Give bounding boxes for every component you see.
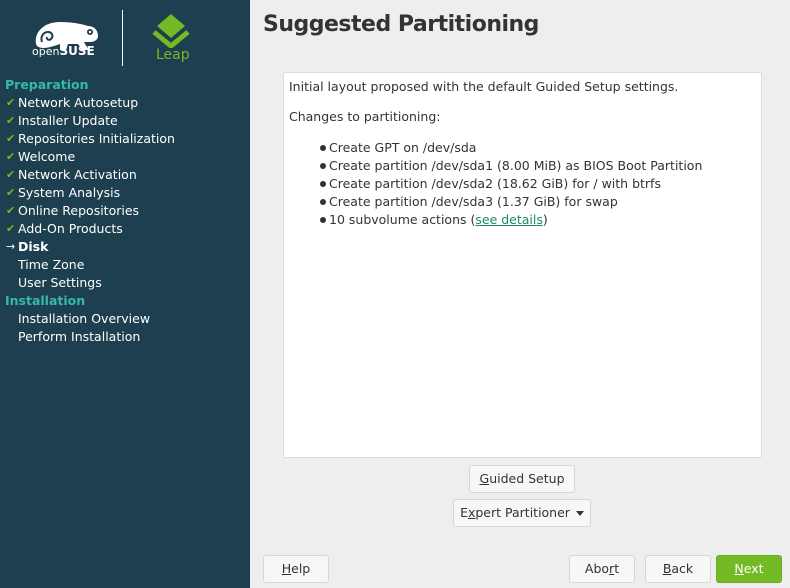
step-add-on-products: ✔ Add-On Products — [6, 221, 123, 236]
check-icon: ✔ — [6, 96, 16, 109]
leap-wordmark: Leap — [156, 47, 190, 63]
step-perform-installation: Perform Installation — [18, 329, 141, 344]
check-icon: ✔ — [6, 186, 16, 199]
logo-divider — [122, 10, 123, 66]
list-item: Create GPT on /dev/sda — [319, 139, 702, 157]
check-icon: ✔ — [6, 222, 16, 235]
check-icon: ✔ — [6, 150, 16, 163]
intro-text: Initial layout proposed with the default… — [289, 79, 679, 94]
help-button[interactable]: Help — [263, 555, 329, 583]
step-time-zone: Time Zone — [18, 257, 85, 272]
step-online-repositories: ✔ Online Repositories — [6, 203, 140, 218]
section-preparation: Preparation — [5, 77, 89, 92]
abort-button[interactable]: Abort — [569, 555, 635, 583]
list-item: Create partition /dev/sda2 (18.62 GiB) f… — [319, 175, 702, 193]
step-installation-overview: Installation Overview — [18, 311, 151, 326]
back-button[interactable]: Back — [645, 555, 711, 583]
see-details-link[interactable]: see details — [475, 212, 543, 227]
dropdown-caret-icon — [575, 511, 584, 516]
page-title: Suggested Partitioning — [263, 12, 539, 37]
leap-logo-icon — [152, 14, 190, 48]
list-item: 10 subvolume actions (see details) — [319, 211, 702, 229]
step-repositories-initialization: ✔ Repositories Initialization — [6, 131, 175, 146]
guided-setup-button[interactable]: Guided Setup — [469, 465, 575, 493]
changes-list: Create GPT on /dev/sda Create partition … — [319, 139, 702, 229]
opensuse-wordmark: openSUSE — [32, 44, 95, 58]
check-icon: ✔ — [6, 132, 16, 145]
step-welcome: ✔ Welcome — [6, 149, 76, 164]
check-icon: ✔ — [6, 204, 16, 217]
arrow-right-icon: → — [6, 240, 16, 253]
installation-steps: Preparation ✔ Network Autosetup ✔ Installe… — [0, 76, 250, 346]
partitioning-summary: Initial layout proposed with the default… — [283, 72, 762, 458]
step-disk: → Disk — [6, 239, 49, 254]
changes-label: Changes to partitioning: — [289, 109, 441, 124]
section-installation: Installation — [5, 293, 86, 308]
check-icon: ✔ — [6, 168, 16, 181]
step-system-analysis: ✔ System Analysis — [6, 185, 121, 200]
logo-area: openSUSE Leap — [0, 0, 250, 76]
expert-partitioner-button[interactable]: Expert Partitioner — [453, 499, 591, 527]
step-user-settings: User Settings — [18, 275, 102, 290]
step-network-autosetup: ✔ Network Autosetup — [6, 95, 139, 110]
sidebar: openSUSE Leap Preparation ✔ Network Autos… — [0, 0, 250, 588]
list-item: Create partition /dev/sda1 (8.00 MiB) as… — [319, 157, 702, 175]
list-item: Create partition /dev/sda3 (1.37 GiB) fo… — [319, 193, 702, 211]
step-installer-update: ✔ Installer Update — [6, 113, 118, 128]
check-icon: ✔ — [6, 114, 16, 127]
next-button[interactable]: Next — [716, 555, 782, 583]
step-network-activation: ✔ Network Activation — [6, 167, 137, 182]
